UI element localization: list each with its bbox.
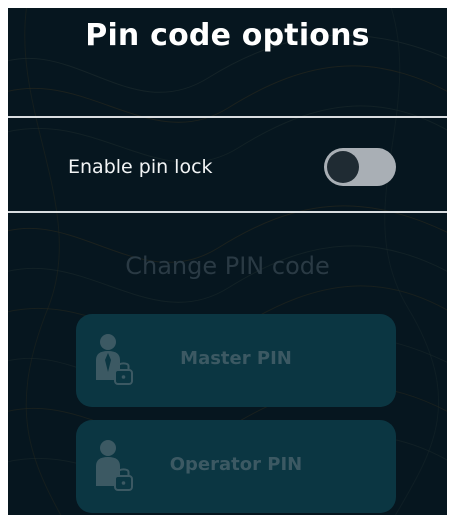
divider-top xyxy=(8,116,447,118)
master-pin-button[interactable]: Master PIN xyxy=(76,314,396,407)
operator-pin-label: Operator PIN xyxy=(169,454,303,475)
change-pin-section-title: Change PIN code xyxy=(125,252,330,280)
divider-bottom xyxy=(8,211,447,213)
pin-lock-label: Enable pin lock xyxy=(68,156,213,178)
pin-options-screen: Pin code options Enable pin lock Change … xyxy=(8,8,447,515)
page-title: Pin code options xyxy=(85,18,370,53)
pin-lock-toggle[interactable] xyxy=(324,148,396,186)
operator-pin-button[interactable]: Operator PIN xyxy=(76,420,396,513)
toggle-knob xyxy=(327,151,359,183)
master-pin-label: Master PIN xyxy=(180,348,292,369)
